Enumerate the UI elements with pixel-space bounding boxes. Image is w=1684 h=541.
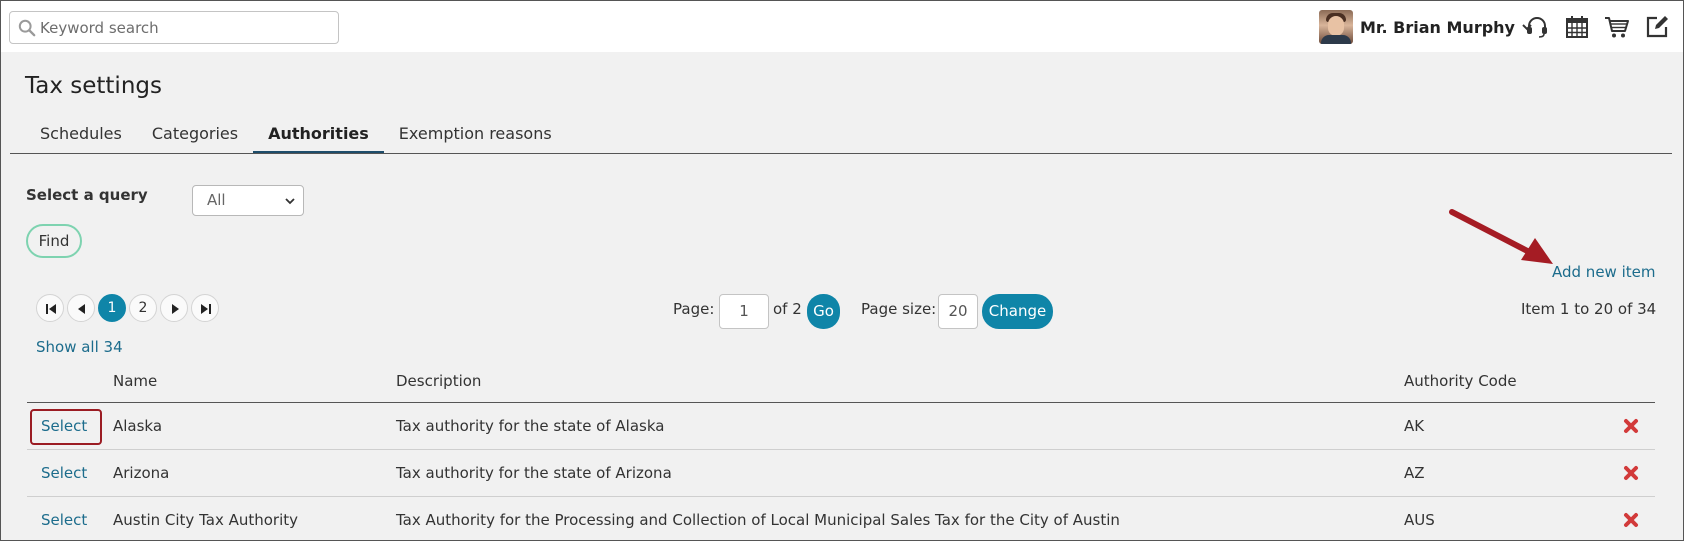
next-page-button[interactable] [160, 294, 188, 322]
search-box[interactable] [9, 11, 339, 44]
row-description: Tax authority for the state of Alaska [396, 417, 665, 435]
page-label: Page: [673, 300, 715, 318]
select-link[interactable]: Select [41, 511, 87, 529]
row-description: Tax Authority for the Processing and Col… [396, 511, 1120, 529]
page-2-button[interactable]: 2 [129, 294, 157, 322]
query-select[interactable]: All [192, 185, 304, 216]
row-code: AUS [1404, 511, 1435, 529]
calendar-icon[interactable] [1564, 14, 1590, 40]
user-menu[interactable]: Mr. Brian Murphy [1319, 10, 1533, 44]
row-code: AK [1404, 417, 1425, 435]
annotation-arrow-icon [1449, 209, 1553, 264]
tab-bar: Schedules Categories Authorities Exempti… [25, 121, 567, 154]
select-link[interactable]: Select [41, 417, 87, 435]
add-new-item-link[interactable]: Add new item [1552, 263, 1655, 281]
prev-page-button[interactable] [67, 294, 95, 322]
tab-categories[interactable]: Categories [137, 121, 253, 154]
table-row: Select Arizona Tax authority for the sta… [27, 450, 1655, 497]
header-name[interactable]: Name [113, 372, 157, 390]
delete-icon[interactable] [1623, 465, 1639, 481]
tab-exemption-reasons[interactable]: Exemption reasons [384, 121, 567, 154]
headset-icon[interactable] [1524, 14, 1550, 40]
next-page-icon [172, 304, 179, 314]
table-header: Name Description Authority Code [27, 367, 1655, 403]
find-button[interactable]: Find [26, 224, 82, 258]
search-icon [18, 19, 36, 37]
query-select-value: All [207, 191, 226, 209]
avatar[interactable] [1319, 10, 1353, 44]
table-row: Select Alaska Tax authority for the stat… [27, 403, 1655, 450]
top-icons [1524, 14, 1670, 40]
change-button[interactable]: Change [982, 294, 1053, 329]
delete-icon[interactable] [1623, 512, 1639, 528]
row-name: Arizona [113, 464, 170, 482]
last-page-button[interactable] [191, 294, 219, 322]
page-total-label: of 2 [773, 300, 802, 318]
row-code: AZ [1404, 464, 1425, 482]
edit-icon[interactable] [1644, 14, 1670, 40]
authorities-table: Name Description Authority Code Select A… [27, 367, 1655, 541]
tab-divider [10, 153, 1672, 154]
page-size-input[interactable]: 20 [938, 294, 978, 329]
prev-page-icon [78, 304, 85, 314]
page-number-input[interactable]: 1 [719, 294, 769, 329]
first-page-button[interactable] [36, 294, 64, 322]
row-name: Alaska [113, 417, 163, 435]
show-all-link[interactable]: Show all 34 [36, 338, 123, 356]
first-page-icon [46, 304, 56, 314]
header-authority-code[interactable]: Authority Code [1404, 372, 1517, 390]
go-button[interactable]: Go [807, 294, 840, 329]
query-label: Select a query [26, 186, 148, 204]
page-1-button[interactable]: 1 [98, 294, 126, 322]
page-title: Tax settings [25, 73, 162, 99]
row-description: Tax authority for the state of Arizona [396, 464, 672, 482]
user-name[interactable]: Mr. Brian Murphy [1360, 18, 1515, 37]
chevron-down-icon [285, 198, 295, 205]
header-description[interactable]: Description [396, 372, 481, 390]
pager: 1 2 [36, 294, 219, 322]
search-input[interactable] [40, 16, 330, 40]
last-page-icon [201, 304, 211, 314]
cart-icon[interactable] [1604, 14, 1630, 40]
delete-icon[interactable] [1623, 418, 1639, 434]
tab-authorities[interactable]: Authorities [253, 121, 384, 154]
select-link[interactable]: Select [41, 464, 87, 482]
page-size-label: Page size: [861, 300, 937, 318]
top-bar: Mr. Brian Murphy [1, 1, 1683, 52]
table-row: Select Austin City Tax Authority Tax Aut… [27, 497, 1655, 541]
tab-schedules[interactable]: Schedules [25, 121, 137, 154]
item-count: Item 1 to 20 of 34 [1521, 300, 1657, 318]
row-name: Austin City Tax Authority [113, 511, 299, 529]
